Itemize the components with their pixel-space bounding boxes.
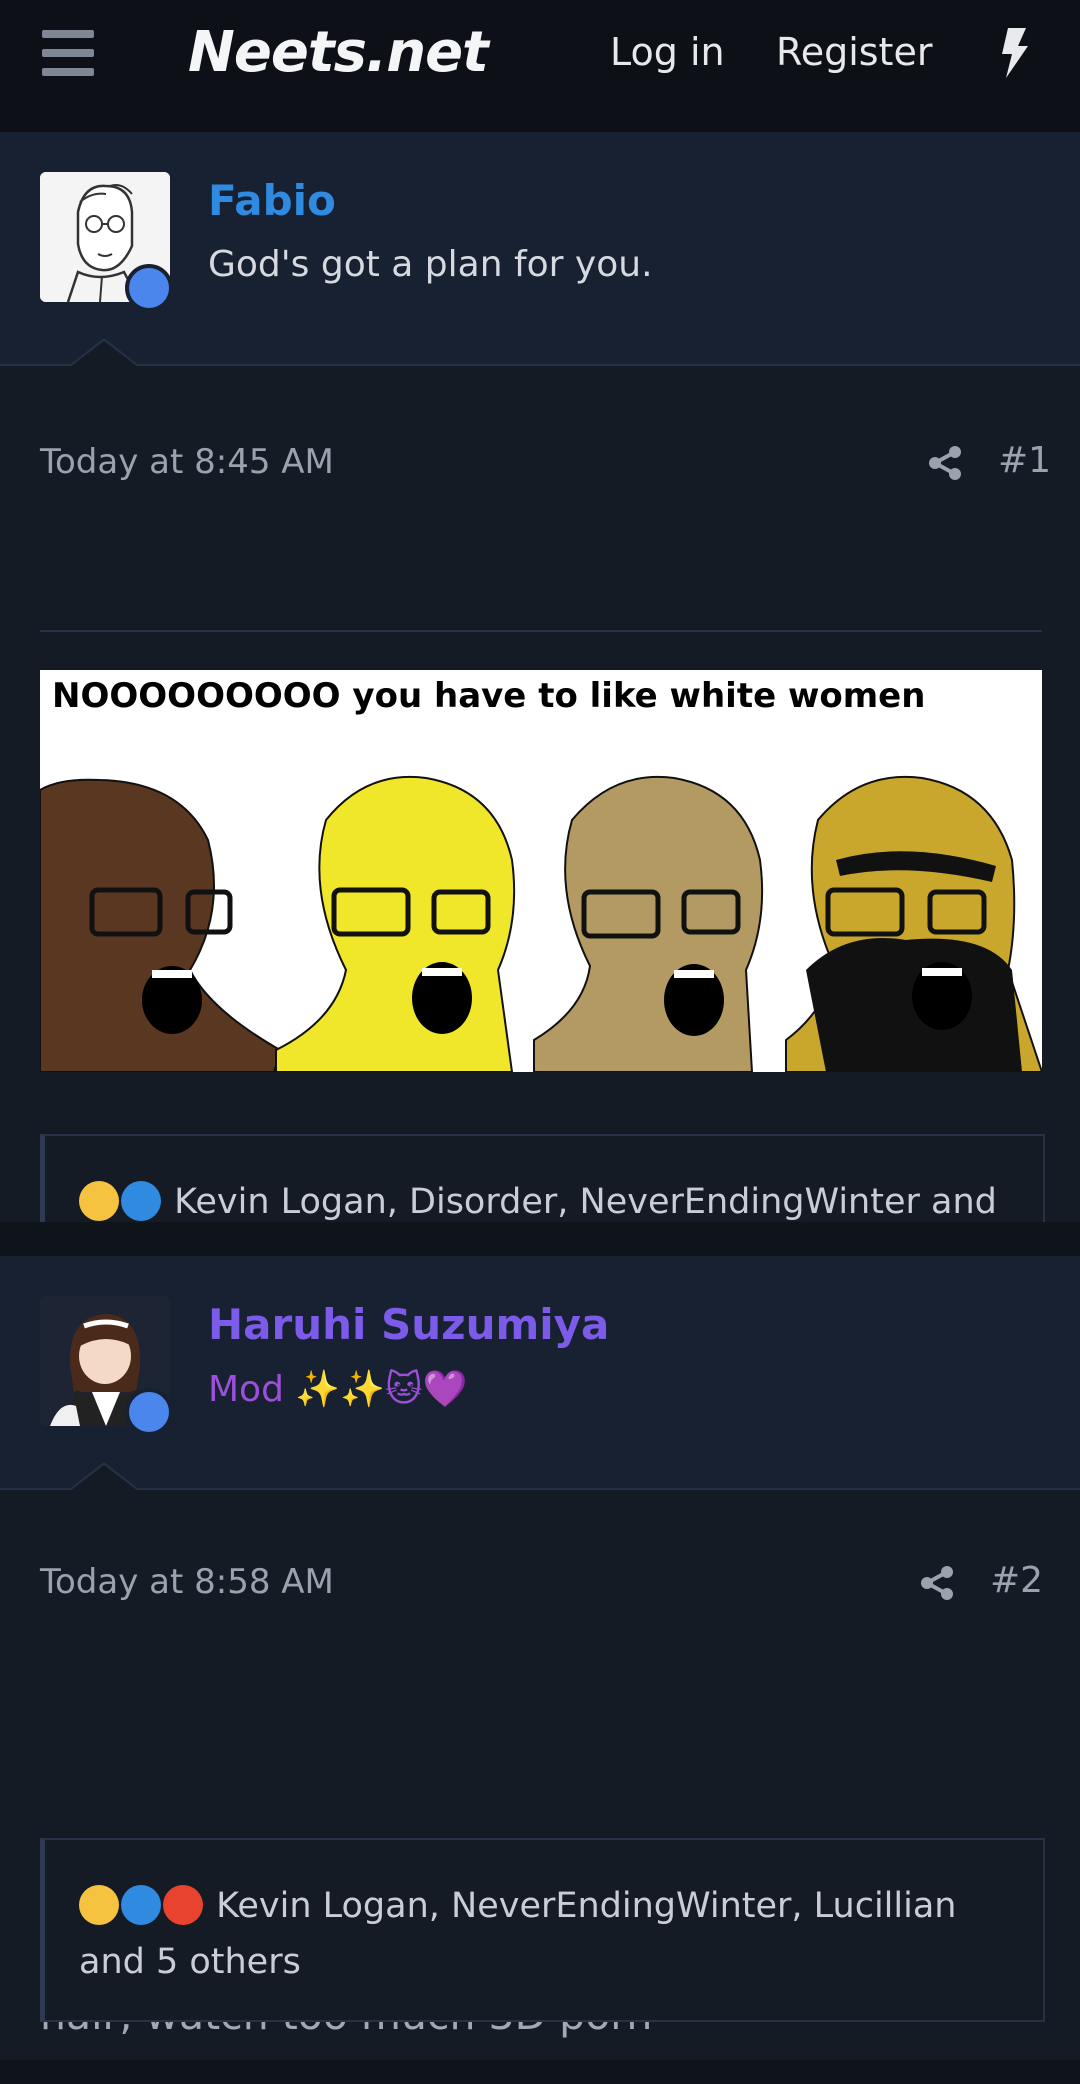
post-separator xyxy=(0,2060,1080,2084)
post-1: Fabio God's got a plan for you. Today at… xyxy=(0,132,1080,1318)
like-icon xyxy=(121,1885,161,1925)
post-author-header: Fabio God's got a plan for you. xyxy=(0,132,1080,366)
laugh-emoji-icon xyxy=(79,1885,119,1925)
meme-faces-illustration xyxy=(40,775,1042,1072)
header-pointer xyxy=(68,338,140,367)
post-number-link[interactable]: #2 xyxy=(990,1560,1043,1601)
user-title: God's got a plan for you. xyxy=(208,244,653,285)
online-status-badge xyxy=(125,264,173,312)
hamburger-menu-icon[interactable] xyxy=(42,30,94,78)
online-status-badge xyxy=(125,1388,173,1436)
laugh-emoji-icon xyxy=(79,1181,119,1221)
angry-emoji-icon xyxy=(163,1885,203,1925)
divider xyxy=(40,630,1042,632)
register-link[interactable]: Register xyxy=(776,30,932,74)
post-timestamp[interactable]: Today at 8:58 AM xyxy=(40,1562,334,1602)
share-icon[interactable] xyxy=(918,1564,956,1602)
login-link[interactable]: Log in xyxy=(610,30,725,74)
header-pointer xyxy=(68,1462,140,1491)
username[interactable]: Fabio xyxy=(208,176,336,225)
user-title: Mod ✨✨🐱💜 xyxy=(208,1369,468,1410)
post-separator xyxy=(0,1222,1080,1256)
site-logo[interactable]: Neets.net xyxy=(188,20,489,85)
lightning-icon[interactable] xyxy=(996,28,1032,78)
top-bar: Neets.net Log in Register xyxy=(0,0,1080,132)
share-icon[interactable] xyxy=(926,444,964,482)
post-number-link[interactable]: #1 xyxy=(998,440,1051,481)
post-body: Today at 8:45 AM #1 NOOOOOOOOO you have … xyxy=(0,366,1080,1318)
post-timestamp[interactable]: Today at 8:45 AM xyxy=(40,442,334,482)
post-author-header: Haruhi Suzumiya Mod ✨✨🐱💜 xyxy=(0,1256,1080,1490)
reactions-users[interactable]: Kevin Logan, NeverEndingWinter, Lucillia… xyxy=(79,1886,957,1982)
like-icon xyxy=(121,1181,161,1221)
username[interactable]: Haruhi Suzumiya xyxy=(208,1300,609,1349)
meme-image[interactable]: NOOOOOOOOO you have to like white women xyxy=(40,670,1042,1072)
reactions-bar[interactable]: Kevin Logan, NeverEndingWinter, Lucillia… xyxy=(40,1838,1045,2022)
